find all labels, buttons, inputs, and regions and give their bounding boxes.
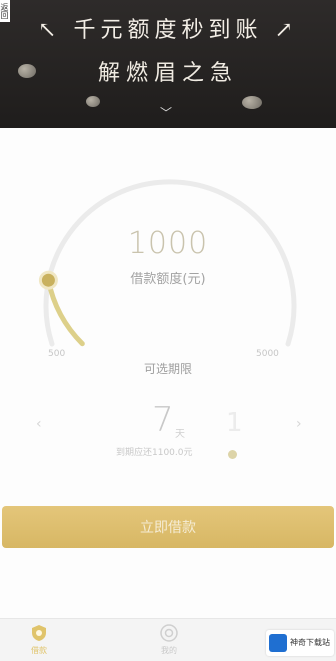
tab-mine[interactable]: 我的 (134, 623, 204, 656)
loan-amount-label: 借款额度(元) (130, 272, 206, 287)
tab-loan-label: 借款 (31, 646, 47, 655)
gold-nugget-icon (86, 96, 100, 107)
gold-nugget-icon (18, 64, 36, 78)
info-icon[interactable] (228, 450, 237, 459)
loan-panel: 1000 借款额度(元) 500 5000 可选期限 ‹ 7 天 1 › 到期应… (0, 128, 336, 618)
banner-headline: ↖ 千元额度秒到账 ↗ (38, 18, 298, 43)
range-max-label: 5000 (256, 349, 279, 359)
gauge-track (43, 179, 297, 347)
loan-amount: 1000 (127, 226, 209, 261)
right-bracket-icon: ↗ (262, 18, 298, 43)
repayment-info: 到期应还1100.0元 (116, 448, 193, 458)
range-min-label: 500 (48, 349, 66, 359)
chevron-down-icon: ﹀ (160, 106, 173, 120)
banner-subline: 解燃眉之急 (97, 61, 238, 86)
promo-banner: 返回 ↖ 千元额度秒到账 ↗ 解燃眉之急 ﹀ (0, 0, 336, 128)
gauge-fill (45, 277, 85, 347)
shield-icon (32, 625, 46, 641)
term-prev-arrow-icon[interactable]: ‹ (36, 416, 42, 432)
tab-loan[interactable]: 借款 (4, 623, 74, 656)
site-logo-icon (269, 634, 287, 652)
watermark-text: 神奇下载站 (290, 638, 330, 647)
gold-nugget-icon (242, 96, 262, 109)
term-next-option[interactable]: 1 (226, 408, 248, 438)
site-watermark: 神奇下载站 (266, 630, 334, 656)
term-unit: 天 (175, 429, 185, 440)
left-bracket-icon: ↖ (38, 18, 74, 43)
term-title: 可选期限 (143, 362, 192, 376)
apply-button[interactable]: 立即借款 (2, 506, 334, 548)
tab-mine-label: 我的 (161, 646, 177, 655)
term-value[interactable]: 7 (152, 400, 174, 440)
user-circle-icon (160, 624, 178, 642)
term-next-arrow-icon[interactable]: › (296, 416, 302, 432)
